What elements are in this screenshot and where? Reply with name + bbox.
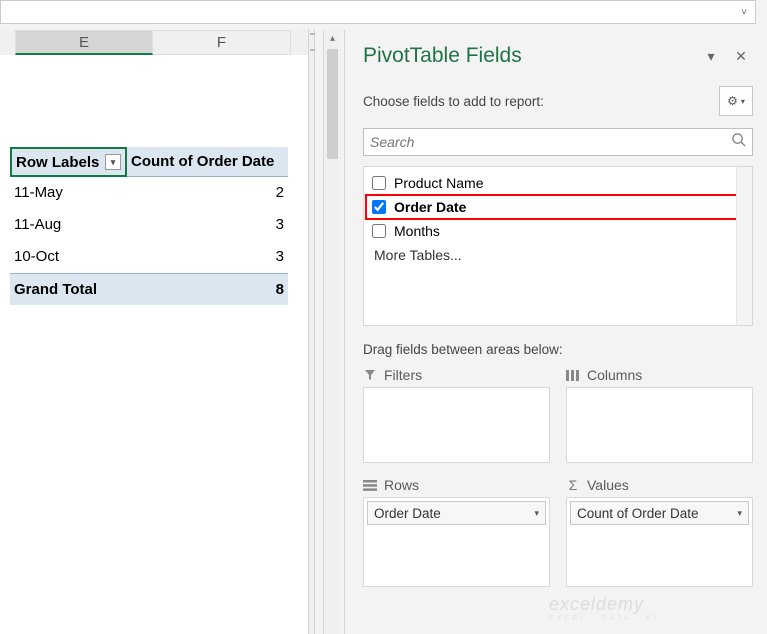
more-tables-link[interactable]: More Tables... xyxy=(366,243,750,267)
values-dropzone[interactable]: Count of Order Date ▾ xyxy=(566,497,753,587)
grand-total-label: Grand Total xyxy=(10,274,127,304)
rows-pill-order-date[interactable]: Order Date ▾ xyxy=(367,501,546,525)
field-label-months: Months xyxy=(394,223,440,239)
row-labels-dropdown-icon[interactable]: ▾ xyxy=(105,154,121,170)
field-checkbox-order-date[interactable] xyxy=(372,200,386,214)
pane-title: PivotTable Fields xyxy=(363,44,693,68)
row-label: 11-May xyxy=(10,177,127,208)
count-header-cell[interactable]: Count of Order Date xyxy=(127,147,288,177)
field-item-order-date[interactable]: Order Date xyxy=(366,195,750,219)
columns-label: Columns xyxy=(587,367,642,383)
rows-pill-label: Order Date xyxy=(374,506,441,521)
values-area: Σ Values Count of Order Date ▾ xyxy=(566,477,753,587)
rows-label: Rows xyxy=(384,477,419,493)
row-labels-cell[interactable]: Row Labels ▾ xyxy=(10,147,127,177)
column-header-e[interactable]: E xyxy=(15,30,153,55)
field-search-input-wrapper[interactable] xyxy=(363,128,753,156)
scroll-thumb[interactable] xyxy=(327,49,338,159)
filter-icon xyxy=(363,369,377,381)
values-label: Values xyxy=(587,477,629,493)
pivot-table: Row Labels ▾ Count of Order Date 11-May … xyxy=(10,147,288,305)
sigma-icon: Σ xyxy=(566,479,580,491)
pane-header: PivotTable Fields ▾ ✕ xyxy=(363,44,753,68)
more-tables-label: More Tables... xyxy=(374,247,462,263)
rows-icon xyxy=(363,479,377,491)
filters-label: Filters xyxy=(384,367,422,383)
row-value: 2 xyxy=(127,177,288,208)
sheet-edge xyxy=(308,29,315,634)
columns-area: Columns xyxy=(566,367,753,463)
filters-area-title: Filters xyxy=(363,367,550,383)
rows-area: Rows Order Date ▾ xyxy=(363,477,550,587)
values-pill-count-order-date[interactable]: Count of Order Date ▾ xyxy=(570,501,749,525)
choose-fields-row: Choose fields to add to report: ⚙ ▾ xyxy=(363,86,753,116)
drag-fields-label: Drag fields between areas below: xyxy=(363,342,753,357)
row-value: 3 xyxy=(127,241,288,272)
search-icon xyxy=(731,132,746,152)
choose-fields-label: Choose fields to add to report: xyxy=(363,94,719,109)
spreadsheet-area: E F Row Labels ▾ Count of Order Date 11-… xyxy=(0,30,308,634)
chevron-down-icon[interactable]: ▾ xyxy=(534,508,539,519)
values-area-title: Σ Values xyxy=(566,477,753,493)
table-row[interactable]: 11-Aug 3 xyxy=(10,209,288,241)
columns-area-title: Columns xyxy=(566,367,753,383)
filters-dropzone[interactable] xyxy=(363,387,550,463)
pane-options-dropdown-icon[interactable]: ▾ xyxy=(699,44,723,68)
pivottable-fields-pane: PivotTable Fields ▾ ✕ Choose fields to a… xyxy=(344,30,767,634)
field-checkbox-product-name[interactable] xyxy=(372,176,386,190)
field-search-input[interactable] xyxy=(370,134,731,150)
scroll-up-icon[interactable]: ▴ xyxy=(324,29,341,47)
field-label-order-date: Order Date xyxy=(394,199,466,215)
columns-icon xyxy=(566,369,580,381)
row-label: 11-Aug xyxy=(10,209,127,240)
grand-total-value: 8 xyxy=(127,274,288,304)
row-labels-text: Row Labels xyxy=(16,154,99,171)
rows-dropzone[interactable]: Order Date ▾ xyxy=(363,497,550,587)
column-header-f[interactable]: F xyxy=(153,30,291,55)
row-label: 10-Oct xyxy=(10,241,127,272)
field-list-scrollbar[interactable] xyxy=(736,167,752,325)
table-row[interactable]: 10-Oct 3 xyxy=(10,241,288,273)
field-list: Product Name Order Date Months More Tabl… xyxy=(363,166,753,326)
field-item-product-name[interactable]: Product Name xyxy=(366,171,750,195)
values-pill-label: Count of Order Date xyxy=(577,506,699,521)
columns-dropzone[interactable] xyxy=(566,387,753,463)
filters-area: Filters xyxy=(363,367,550,463)
layout-areas: Filters Columns Rows Order Date xyxy=(363,367,753,587)
grand-total-row[interactable]: Grand Total 8 xyxy=(10,273,288,305)
gear-icon: ⚙ xyxy=(727,94,738,108)
row-value: 3 xyxy=(127,209,288,240)
column-headers: E F xyxy=(0,30,308,55)
chevron-down-icon: ▾ xyxy=(741,97,745,106)
table-row[interactable]: 11-May 2 xyxy=(10,177,288,209)
pivot-header-row: Row Labels ▾ Count of Order Date xyxy=(10,147,288,177)
close-icon[interactable]: ✕ xyxy=(729,44,753,68)
grid-body: Row Labels ▾ Count of Order Date 11-May … xyxy=(0,55,308,305)
formula-bar-expand-icon[interactable]: ˅ xyxy=(741,7,747,18)
vertical-scrollbar[interactable]: ▴ xyxy=(323,29,341,634)
chevron-down-icon[interactable]: ▾ xyxy=(737,508,742,519)
field-item-months[interactable]: Months xyxy=(366,219,750,243)
rows-area-title: Rows xyxy=(363,477,550,493)
field-label-product-name: Product Name xyxy=(394,175,483,191)
formula-bar: ˅ xyxy=(0,0,756,24)
field-checkbox-months[interactable] xyxy=(372,224,386,238)
layout-options-button[interactable]: ⚙ ▾ xyxy=(719,86,753,116)
